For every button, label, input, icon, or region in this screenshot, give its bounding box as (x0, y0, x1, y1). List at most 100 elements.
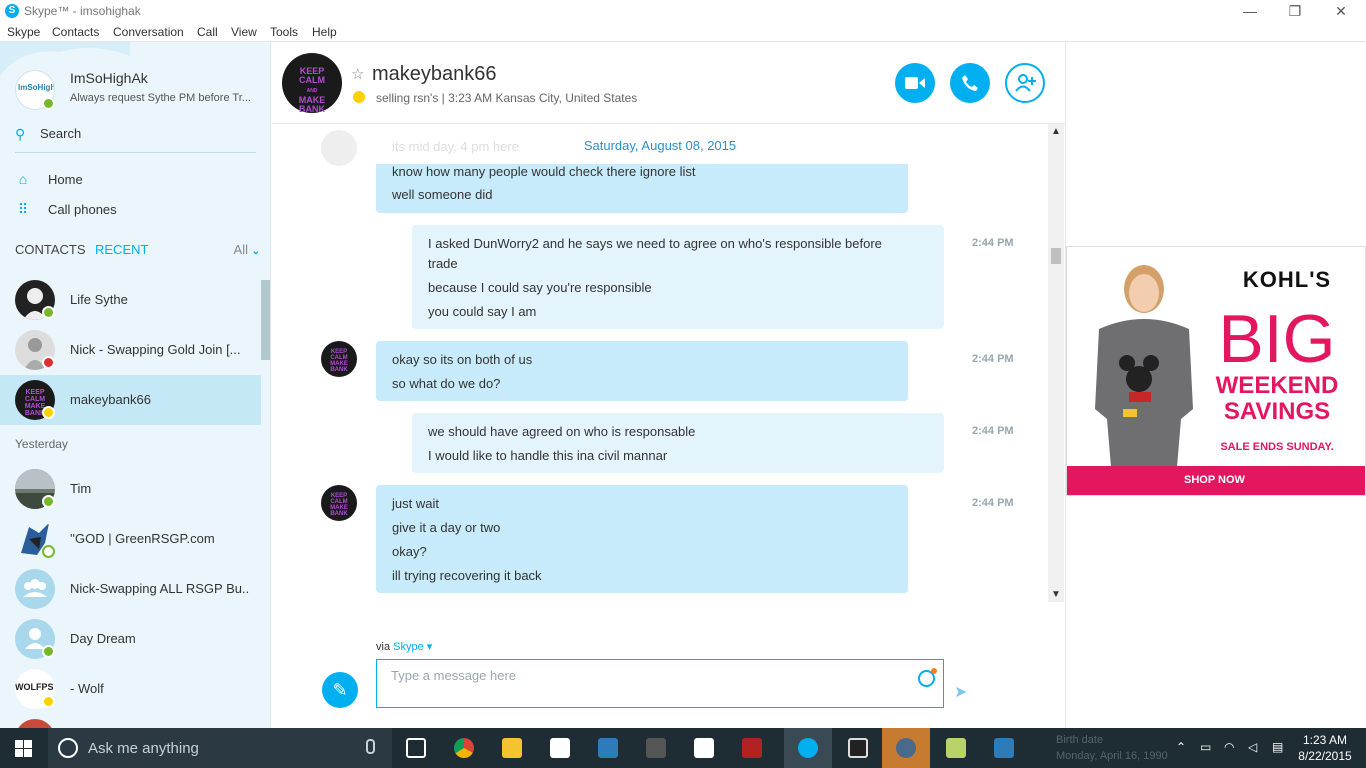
contact-item-day-dream[interactable]: Day Dream (0, 614, 261, 664)
menu-help[interactable]: Help (312, 25, 337, 39)
restore-button[interactable]: ❐ (1272, 0, 1318, 24)
taskbar-vnc[interactable] (680, 728, 728, 768)
profile-name[interactable]: ImSoHighAk (70, 70, 148, 86)
cortana-search[interactable]: Ask me anything (48, 728, 392, 768)
message-input[interactable] (391, 668, 891, 683)
ad-model-image (1095, 265, 1193, 467)
start-button[interactable] (0, 728, 48, 768)
close-button[interactable]: ✕ (1318, 0, 1364, 24)
ad-subheadline: WEEKEND SAVINGS (1207, 373, 1347, 425)
sender-avatar[interactable]: KEEP CALM MAKE BANK (321, 485, 357, 521)
taskbar-file-explorer[interactable] (488, 728, 536, 768)
conversation-name[interactable]: makeybank66 (372, 63, 497, 86)
send-icon[interactable]: ➤ (954, 682, 967, 702)
menu-contacts[interactable]: Contacts (52, 25, 99, 39)
message-line: okay so its on both of us (392, 352, 533, 367)
menu-view[interactable]: View (231, 25, 257, 39)
attach-button[interactable]: ✎ (322, 672, 358, 708)
contact-item-makeybank66[interactable]: KEEP CALM MAKE BANK makeybank66 (0, 375, 261, 425)
message-line: we should have agreed on who is responsa… (428, 424, 696, 439)
taskbar-app-3[interactable] (882, 728, 930, 768)
scroll-down-icon[interactable]: ▼ (1051, 589, 1061, 600)
sidebar-scrollbar[interactable] (261, 280, 270, 360)
voice-call-button[interactable] (950, 63, 990, 103)
taskbar-runelite[interactable] (834, 728, 882, 768)
ad-shop-now-button[interactable]: SHOP NOW (1067, 466, 1365, 495)
message-bubble-outgoing[interactable]: I asked DunWorry2 and he says we need to… (412, 225, 944, 329)
taskbar-app-2[interactable] (632, 728, 680, 768)
profile-status-online-icon (42, 97, 55, 110)
favorite-star-icon[interactable]: ☆ (351, 65, 364, 83)
ad-note: SALE ENDS SUNDAY. (1220, 441, 1334, 453)
profile-mood[interactable]: Always request Sythe PM before Tr... (70, 92, 260, 104)
wifi-icon[interactable]: ◠ (1224, 740, 1234, 754)
status-online-icon (42, 495, 55, 508)
video-camera-icon (905, 77, 925, 89)
taskbar-app-1[interactable] (584, 728, 632, 768)
taskbar-calculator[interactable] (980, 728, 1028, 768)
contact-item-life-sythe[interactable]: Life Sythe (0, 275, 261, 325)
task-view-button[interactable] (392, 728, 440, 768)
taskbar-skype[interactable] (784, 728, 832, 768)
dialpad-icon: ⠿ (17, 201, 29, 217)
via-service: Skype (393, 641, 424, 653)
chrome-icon (454, 738, 474, 758)
menu-call[interactable]: Call (197, 25, 218, 39)
add-people-button[interactable] (1005, 63, 1045, 103)
ad-subheadline-2: SAVINGS (1223, 398, 1331, 425)
scroll-thumb[interactable] (1051, 248, 1061, 264)
contact-item-god-greenrsgp[interactable]: ''GOD | GreenRSGP.com (0, 514, 261, 564)
message-input-box[interactable] (376, 659, 944, 708)
menu-skype[interactable]: Skype (7, 25, 40, 39)
phone-icon (962, 75, 978, 91)
cortana-placeholder: Ask me anything (88, 740, 199, 757)
sender-avatar[interactable]: KEEP CALM MAKE BANK (321, 341, 357, 377)
chat-scrollbar[interactable]: ▲ ▼ (1048, 124, 1064, 602)
volume-icon[interactable]: ◁ (1248, 740, 1257, 754)
avatar-text-and: AND (306, 88, 318, 94)
contact-item-wolf[interactable]: WOLFPS - Wolf (0, 664, 261, 714)
emoticon-icon[interactable] (918, 668, 937, 687)
via-selector[interactable]: via Skype ▾ (376, 640, 432, 653)
tab-contacts[interactable]: CONTACTS (15, 242, 86, 257)
ghost-text-2: Monday, April 16, 1990 (1056, 750, 1168, 762)
notifications-icon[interactable]: ▤ (1272, 740, 1283, 754)
advertisement[interactable]: KOHL'S BIG WEEKEND SAVINGS SALE ENDS SUN… (1066, 246, 1366, 496)
message-bubble-outgoing[interactable]: we should have agreed on who is responsa… (412, 413, 944, 473)
message-bubble-incoming[interactable]: okay so its on both of us so what do we … (376, 341, 908, 401)
minimize-button[interactable]: — (1227, 0, 1273, 24)
nav-home-label: Home (48, 172, 83, 187)
contact-item-nick-swapping-all[interactable]: Nick-Swapping ALL RSGP Bu... (0, 564, 261, 614)
taskbar-store[interactable] (536, 728, 584, 768)
message-line: because I could say you're responsible (428, 280, 652, 295)
menu-conversation[interactable]: Conversation (113, 25, 184, 39)
contact-item-partial[interactable] (0, 714, 261, 728)
message-timestamp: 2:44 PM (972, 497, 1014, 509)
battery-icon[interactable]: ▭ (1200, 740, 1211, 754)
search-box[interactable]: ⚲ Search (15, 125, 256, 153)
message-bubble-incoming[interactable]: just wait give it a day or two okay? ill… (376, 485, 908, 593)
calculator-icon (994, 738, 1014, 758)
chevron-up-icon[interactable]: ⌃ (1176, 740, 1186, 754)
contact-item-tim[interactable]: Tim (0, 464, 261, 514)
message-line: give it a day or two (392, 520, 501, 535)
chevron-down-icon: ▾ (423, 641, 433, 653)
taskbar-maps[interactable] (932, 728, 980, 768)
app-icon (896, 738, 916, 758)
message-line: ill trying recovering it back (392, 568, 542, 583)
tab-recent[interactable]: RECENT (95, 242, 148, 257)
scroll-up-icon[interactable]: ▲ (1051, 126, 1061, 137)
status-away-icon (42, 695, 55, 708)
group-avatar-icon (15, 569, 55, 609)
conversation-avatar[interactable]: KEEP CALM AND MAKE BANK (282, 53, 342, 114)
message-bubble-incoming[interactable]: know how many people would check there i… (376, 164, 908, 213)
taskbar-osb[interactable] (728, 728, 776, 768)
filter-dropdown[interactable]: All ⌄ (234, 242, 260, 257)
video-call-button[interactable] (895, 63, 935, 103)
taskbar-clock[interactable]: 1:23 AM 8/22/2015 (1290, 732, 1360, 764)
taskbar-chrome[interactable] (440, 728, 488, 768)
cortana-icon (58, 738, 78, 758)
microphone-icon[interactable] (366, 739, 375, 754)
contact-item-nick-swapping-gold[interactable]: Nick - Swapping Gold Join [... (0, 325, 261, 375)
menu-tools[interactable]: Tools (270, 25, 298, 39)
